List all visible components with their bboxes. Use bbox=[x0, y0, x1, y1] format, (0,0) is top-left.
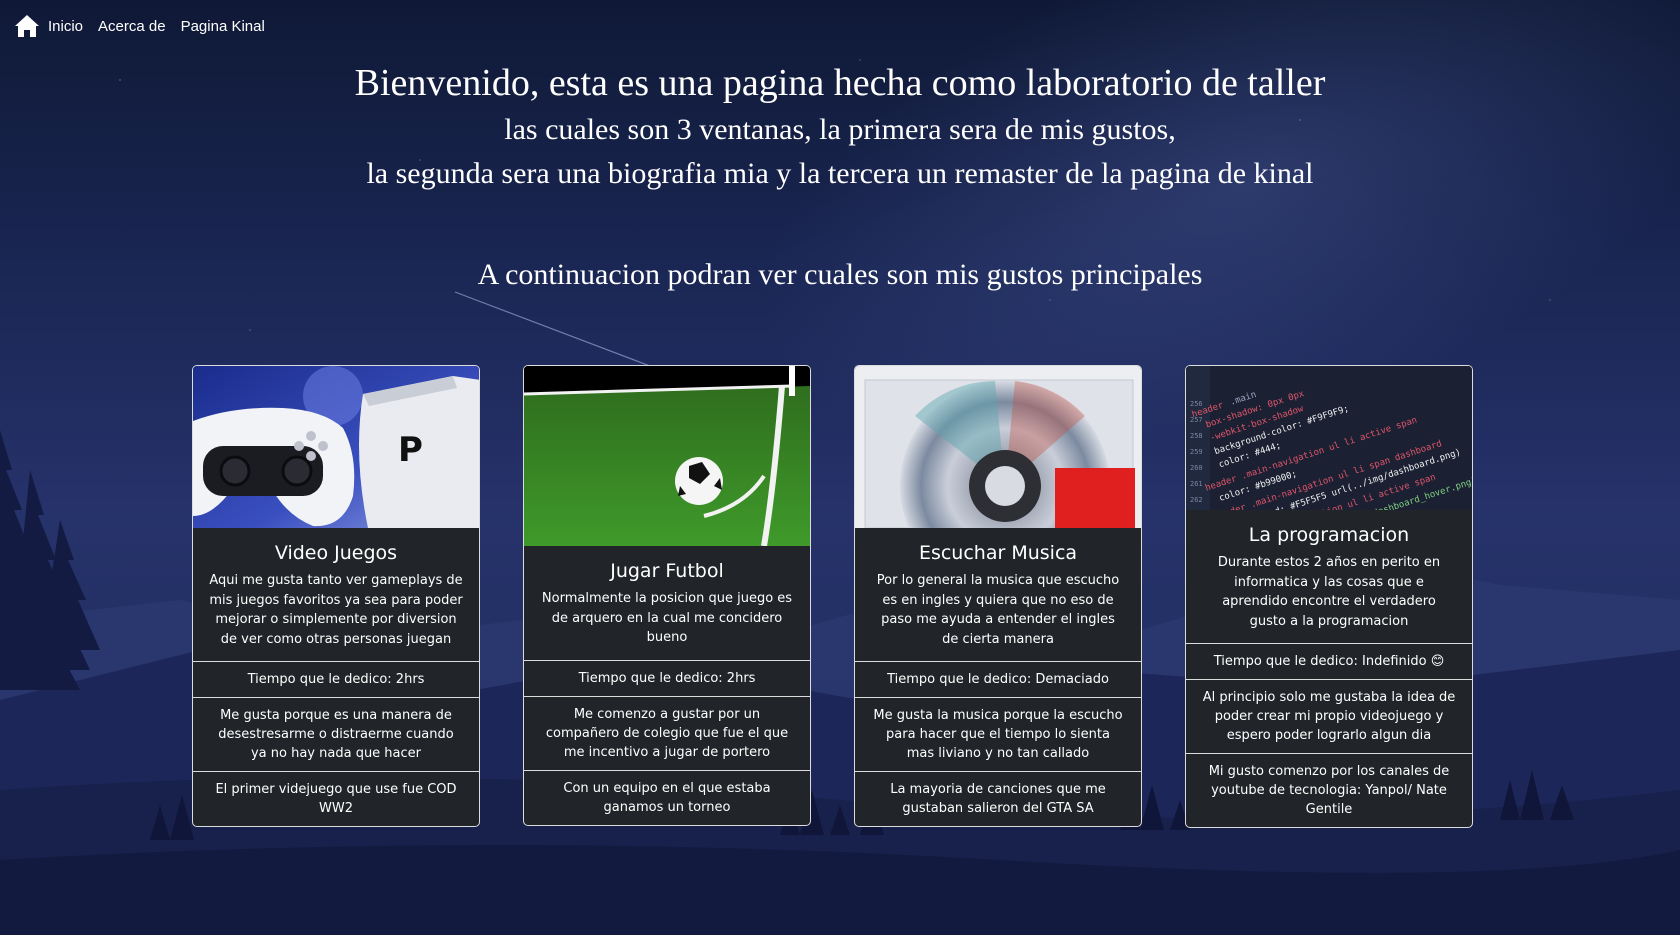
hobbies-cards: P Video Juegos Aqui me gusta tanto ver g… bbox=[192, 365, 1473, 828]
list-item: Me gusta porque es una manera de desestr… bbox=[193, 697, 479, 771]
card-text: Durante estos 2 años en perito en inform… bbox=[1217, 555, 1441, 629]
list-item: La mayoria de canciones que me gustaban … bbox=[855, 771, 1141, 826]
top-navbar: Inicio Acerca de Pagina Kinal bbox=[0, 0, 1680, 52]
hero-title: Bienvenido, esta es una pagina hecha com… bbox=[354, 62, 1326, 104]
card-la-programacion: header .main box-shadow: 0px 0px -webkit-… bbox=[1185, 365, 1473, 828]
list-item: El primer videjuego que use fue COD WW2 bbox=[193, 771, 479, 826]
home-icon[interactable] bbox=[14, 13, 40, 39]
svg-text:P: P bbox=[398, 430, 423, 470]
list-item: Me gusta la musica porque la escucho par… bbox=[855, 697, 1141, 771]
card-text: Normalmente la posicion que juego es de … bbox=[541, 591, 793, 645]
nav-link-acerca-de[interactable]: Acerca de bbox=[98, 18, 166, 35]
svg-text:259: 259 bbox=[1190, 448, 1203, 456]
svg-text:261: 261 bbox=[1190, 480, 1203, 488]
card-video-juegos: P Video Juegos Aqui me gusta tanto ver g… bbox=[192, 365, 480, 827]
svg-text:260: 260 bbox=[1190, 464, 1203, 472]
nav-link-pagina-kinal[interactable]: Pagina Kinal bbox=[181, 18, 265, 35]
svg-text:262: 262 bbox=[1190, 496, 1203, 504]
section-subtitle: A continuacion podran ver cuales son mis… bbox=[477, 258, 1203, 291]
list-item: Al principio solo me gustaba la idea de … bbox=[1186, 679, 1472, 753]
list-item: Mi gusto comenzo por los canales de yout… bbox=[1186, 753, 1472, 827]
playstation-controller-image: P bbox=[193, 366, 479, 528]
code-editor-image: header .main box-shadow: 0px 0px -webkit-… bbox=[1186, 366, 1472, 510]
hero-line-3: la segunda sera una biografia mia y la t… bbox=[366, 157, 1314, 190]
list-item: Tiempo que le dedico: 2hrs bbox=[193, 661, 479, 697]
card-title: Jugar Futbol bbox=[610, 560, 724, 582]
list-item: Tiempo que le dedico: Demaciado bbox=[855, 661, 1141, 697]
list-item: Tiempo que le dedico: Indefinido 😊 bbox=[1186, 643, 1472, 679]
card-text: Aqui me gusta tanto ver gameplays de mis… bbox=[209, 573, 463, 647]
card-text: Por lo general la musica que escucho es … bbox=[876, 573, 1120, 647]
list-item: Con un equipo en el que estaba ganamos u… bbox=[524, 769, 810, 825]
card-jugar-futbol: Jugar Futbol Normalmente la posicion que… bbox=[523, 365, 811, 826]
svg-text:256: 256 bbox=[1190, 400, 1203, 408]
card-title: Video Juegos bbox=[274, 542, 398, 564]
soccer-field-image bbox=[524, 366, 810, 546]
card-title: La programacion bbox=[1248, 524, 1410, 546]
svg-text:258: 258 bbox=[1190, 432, 1203, 440]
svg-text:257: 257 bbox=[1190, 416, 1203, 424]
list-item: Tiempo que le dedico: 2hrs bbox=[524, 659, 810, 696]
hero-heading: Bienvenido, esta es una pagina hecha com… bbox=[0, 58, 1680, 196]
nav-link-inicio[interactable]: Inicio bbox=[48, 18, 83, 35]
hero-line-2: las cuales son 3 ventanas, la primera se… bbox=[504, 113, 1176, 146]
card-escuchar-musica: Escuchar Musica Por lo general la musica… bbox=[854, 365, 1142, 827]
list-item: Me comenzo a gustar por un compañero de … bbox=[524, 695, 810, 770]
card-title: Escuchar Musica bbox=[918, 542, 1078, 564]
cd-album-image bbox=[855, 366, 1141, 528]
